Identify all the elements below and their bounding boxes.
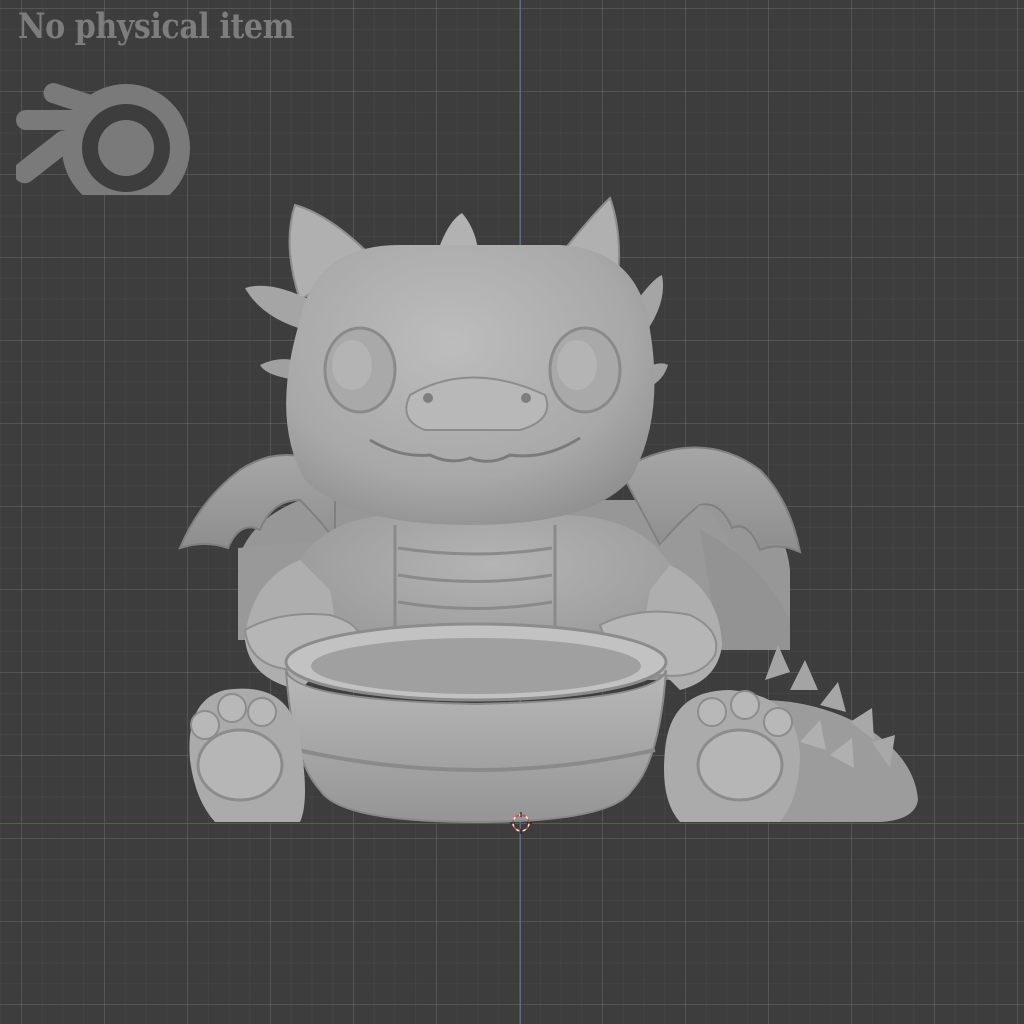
3d-viewport[interactable]: No physical item: [0, 0, 1024, 1024]
watermark-text: No physical item: [18, 6, 295, 47]
bowl: [284, 622, 668, 824]
left-foot: [189, 688, 305, 822]
right-foot: [664, 690, 800, 822]
3d-cursor-icon[interactable]: [510, 812, 532, 834]
blender-logo-icon: [16, 83, 190, 195]
